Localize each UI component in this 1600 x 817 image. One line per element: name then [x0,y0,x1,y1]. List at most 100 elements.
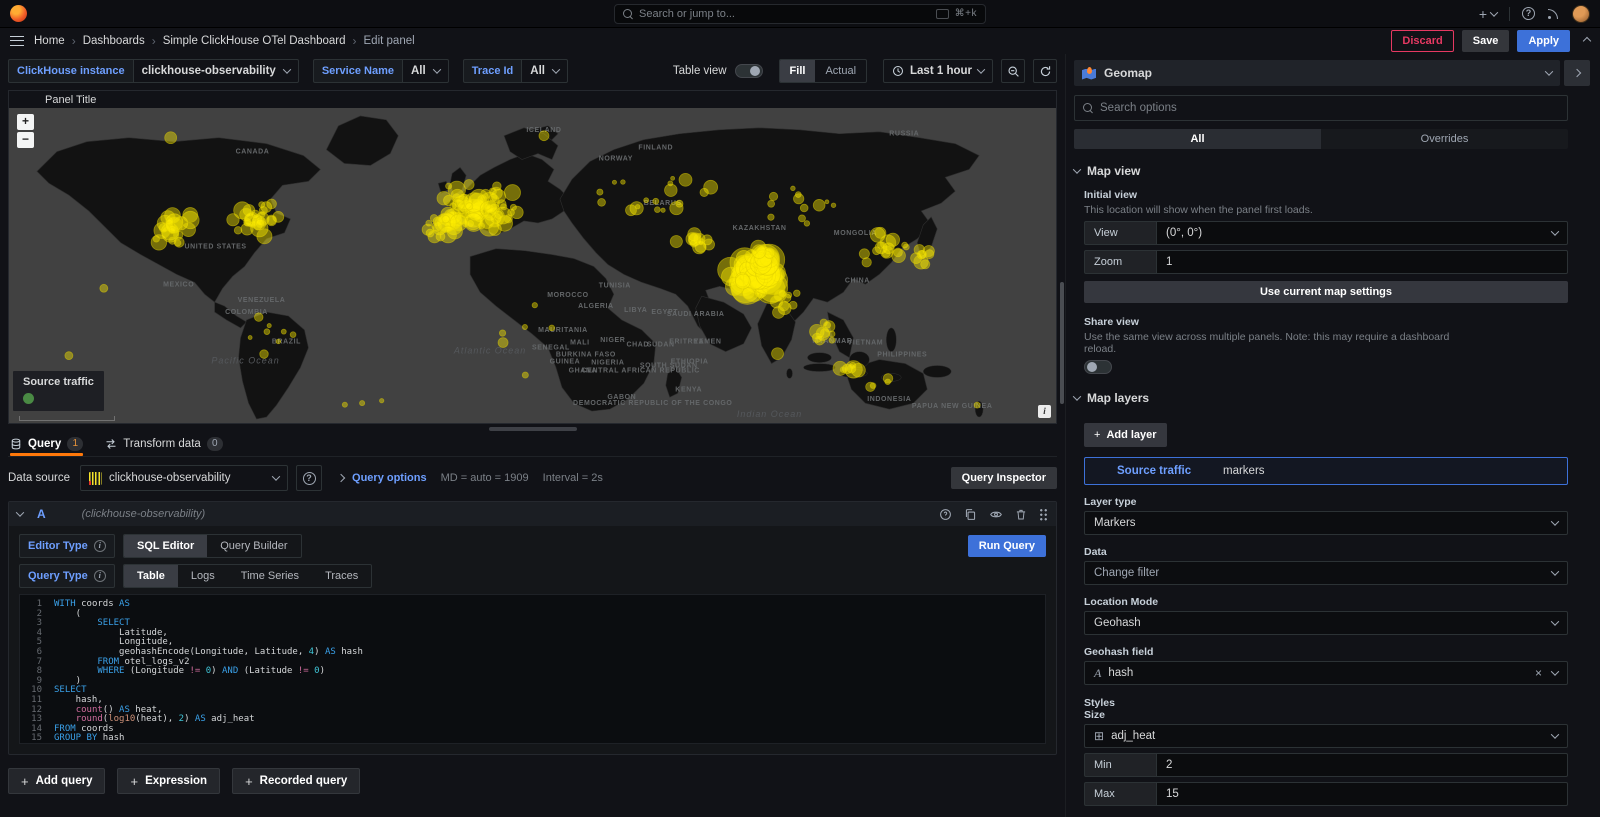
discard-button[interactable]: Discard [1391,30,1453,52]
geohash-field-select[interactable]: Ahash× [1084,661,1568,685]
run-query-button[interactable]: Run Query [968,535,1046,557]
traffic-marker[interactable] [442,215,449,222]
options-search-input[interactable] [1100,102,1559,114]
variable-service-name[interactable]: Service Name All [313,59,449,83]
datasource-picker[interactable]: clickhouse-observability [80,465,288,491]
news-icon[interactable] [1547,7,1560,20]
traffic-marker[interactable] [670,235,682,247]
traffic-marker[interactable] [254,313,263,322]
sql-line[interactable]: 14FROM coords [20,725,1045,735]
query-inspector-button[interactable]: Query Inspector [951,467,1057,489]
traffic-marker[interactable] [440,226,457,243]
fill-option[interactable]: Fill [780,60,816,82]
menu-toggle-icon[interactable] [10,36,24,46]
query-type-table[interactable]: Table [124,565,178,587]
traffic-marker[interactable] [65,352,73,360]
view-select[interactable]: (0°, 0°) [1156,221,1568,245]
options-search[interactable] [1074,95,1568,121]
time-range-picker[interactable]: Last 1 hour [883,59,993,83]
traffic-marker[interactable] [379,399,383,403]
traffic-marker[interactable] [598,199,606,207]
traffic-marker[interactable] [671,176,675,180]
traffic-marker[interactable] [679,173,692,186]
max-input[interactable]: 15 [1156,782,1568,806]
section-map-view[interactable]: Map view [1074,164,1568,178]
traffic-marker[interactable] [769,192,777,200]
traffic-marker[interactable] [859,249,869,259]
traffic-marker[interactable] [880,235,896,251]
traffic-marker[interactable] [522,372,528,378]
traffic-marker[interactable] [768,214,774,220]
hide-response-eye-icon[interactable] [989,508,1003,521]
traffic-marker[interactable] [597,189,603,195]
traffic-marker[interactable] [251,210,259,218]
datasource-help-button[interactable]: ? [296,465,322,491]
actual-option[interactable]: Actual [815,60,866,82]
traffic-marker[interactable] [786,292,792,298]
table-view-toggle[interactable] [735,64,763,78]
sql-line[interactable]: 11 hash, [20,696,1045,706]
traffic-marker[interactable] [100,284,108,292]
query-options-link[interactable]: Query options [352,472,427,484]
traffic-marker[interactable] [256,219,265,228]
visualization-picker[interactable]: Geomap [1074,60,1560,86]
traffic-marker[interactable] [428,230,441,243]
variable-clickhouse-instance[interactable]: ClickHouse instance clickhouse-observabi… [8,59,299,83]
traffic-marker[interactable] [183,208,198,223]
traffic-marker[interactable] [489,188,496,195]
sql-line[interactable]: 3 SELECT [20,619,1045,629]
traffic-marker[interactable] [703,239,714,250]
traffic-marker[interactable] [504,215,512,223]
traffic-marker[interactable] [654,207,660,213]
query-type-timeseries[interactable]: Time Series [228,565,312,587]
new-menu-button[interactable]: + [1479,6,1497,22]
traffic-marker[interactable] [831,203,836,208]
traffic-marker[interactable] [829,337,835,343]
traffic-marker[interactable] [686,233,699,246]
geomap-panel[interactable]: Panel Title RUSSIACANADAUNITED STATESMEX… [8,90,1057,424]
traffic-marker[interactable] [165,132,177,144]
breadcrumb-dashboard-name[interactable]: Simple ClickHouse OTel Dashboard [163,35,346,47]
traffic-marker[interactable] [182,223,196,237]
sql-line[interactable]: 4 Latitude, [20,629,1045,639]
delete-query-icon[interactable] [1015,508,1027,521]
traffic-marker[interactable] [870,383,876,389]
traffic-marker[interactable] [549,325,555,331]
traffic-marker[interactable] [974,402,980,408]
traffic-marker[interactable] [735,274,750,289]
zoom-out-time-button[interactable] [1001,59,1025,83]
traffic-marker[interactable] [510,204,516,210]
collapse-toolbar-icon[interactable] [1583,37,1591,45]
traffic-marker[interactable] [704,180,718,194]
query-row-header[interactable]: A (clickhouse-observability) [9,502,1056,526]
min-input[interactable]: 2 [1156,753,1568,777]
add-layer-button[interactable]: +Add layer [1084,423,1167,447]
traffic-marker[interactable] [360,401,365,406]
sql-line[interactable]: 1WITH coords AS [20,600,1045,610]
layer-row-source-traffic[interactable]: Source traffic markers [1084,457,1568,485]
query-type-logs[interactable]: Logs [178,565,228,587]
map-zoom-in-button[interactable]: + [17,114,34,130]
query-help-icon[interactable] [939,508,952,521]
drag-handle-icon[interactable] [1039,508,1048,521]
breadcrumb-home[interactable]: Home [34,35,65,47]
traffic-marker[interactable] [813,199,825,211]
geomap-canvas[interactable]: RUSSIACANADAUNITED STATESMEXICOICELANDNO… [9,108,1056,423]
variable-trace-id[interactable]: Trace Id All [463,59,568,83]
traffic-marker[interactable] [670,202,683,215]
traffic-marker[interactable] [498,338,508,348]
scrollbar[interactable] [1060,282,1064,404]
save-button[interactable]: Save [1462,30,1510,52]
traffic-marker[interactable] [661,208,665,212]
panel-resize-handle[interactable] [8,424,1057,433]
size-select[interactable]: ⊞adj_heat [1084,724,1568,748]
traffic-marker[interactable] [166,217,183,234]
traffic-marker[interactable] [914,245,925,256]
user-avatar[interactable] [1572,5,1590,23]
sql-editor[interactable]: 1WITH coords AS2 (3 SELECT4 Latitude,5 L… [19,594,1046,744]
map-zoom-out-button[interactable]: − [17,132,34,148]
traffic-marker[interactable] [621,180,626,185]
traffic-marker[interactable] [539,131,549,141]
query-options-expand-icon[interactable] [337,474,345,482]
search-input[interactable] [639,8,930,20]
